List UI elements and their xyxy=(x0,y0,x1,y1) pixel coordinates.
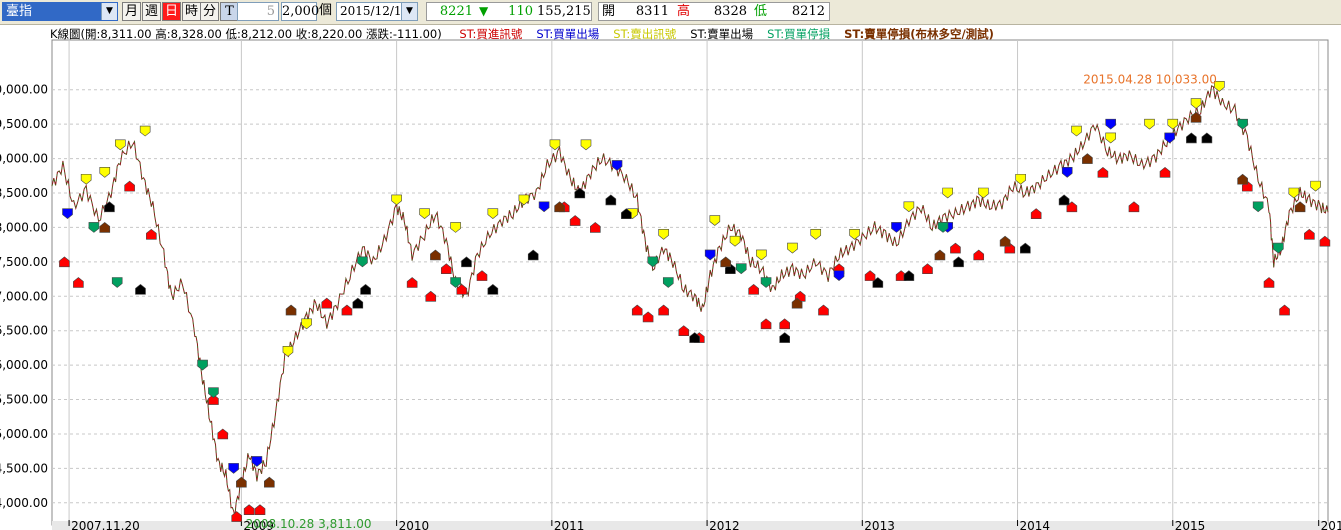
y-tick-label: 9,000.00 xyxy=(0,152,48,166)
y-tick-label: 9,500.00 xyxy=(0,117,48,131)
period-button-0[interactable]: 月 xyxy=(122,2,141,21)
ohlc-box: 開 8311 高 8328 低 8212 xyxy=(598,2,830,21)
minute-input[interactable]: 5 xyxy=(237,2,279,21)
low-value: 8212 xyxy=(791,4,825,19)
extreme-annotation: 2008.10.28 3,811.00 xyxy=(246,517,372,530)
period-button-3[interactable]: 時 xyxy=(182,2,201,21)
low-label: 低 xyxy=(754,4,768,19)
y-tick-label: 8,000.00 xyxy=(0,220,48,234)
period-button-2[interactable]: 日 xyxy=(162,2,181,21)
x-tick-label: 2011 xyxy=(554,519,585,530)
chevron-down-icon[interactable]: ▼ xyxy=(401,3,417,20)
change-value: 110 xyxy=(508,4,533,19)
y-tick-label: 8,500.00 xyxy=(0,186,48,200)
quote-box: 8221 ▼ 110 155,215 xyxy=(426,2,592,21)
y-tick-label: 4,000.00 xyxy=(0,496,48,510)
x-tick-label: 2014 xyxy=(1020,519,1051,530)
x-tick-label: 2015 xyxy=(1175,519,1206,530)
toolbar: 臺指 ▼ 月週日時分T 5 2,000 個 2015/12/10 ▼ 8221 … xyxy=(0,0,1341,25)
y-tick-label: 6,500.00 xyxy=(0,324,48,338)
x-tick-label: 2007.11.20 xyxy=(71,519,140,530)
symbol-select[interactable]: 臺指 ▼ xyxy=(2,2,118,21)
last-price: 8221 xyxy=(439,4,473,19)
down-arrow-icon: ▼ xyxy=(479,4,489,18)
chevron-down-icon[interactable]: ▼ xyxy=(101,3,117,20)
high-label: 高 xyxy=(677,4,691,19)
bar-count-input[interactable]: 2,000 xyxy=(281,2,320,21)
y-tick-label: 5,000.00 xyxy=(0,427,48,441)
y-tick-label: 4,500.00 xyxy=(0,461,48,475)
x-tick-label: 2015.12.09 xyxy=(1321,519,1341,530)
y-tick-label: 5,500.00 xyxy=(0,393,48,407)
bar-unit-label: 個 xyxy=(319,3,333,18)
minute-value: 5 xyxy=(266,4,275,19)
price-chart: 4,000.00 4,500.00 5,000.00 5,500.00 6,000.00… xyxy=(0,39,1341,530)
y-tick-label: 7,500.00 xyxy=(0,255,48,269)
open-value: 8311 xyxy=(635,4,669,19)
extreme-annotation: 2015.04.28 10,033.00 xyxy=(1083,72,1217,86)
high-value: 8328 xyxy=(713,4,747,19)
open-label: 開 xyxy=(602,4,616,19)
volume-value: 155,215 xyxy=(537,4,591,19)
date-select[interactable]: 2015/12/10 ▼ xyxy=(336,2,418,21)
y-tick-label: 6,000.00 xyxy=(0,358,48,372)
x-tick-label: 2010 xyxy=(399,519,430,530)
x-tick-label: 2013 xyxy=(864,519,895,530)
x-tick-label: 2012 xyxy=(709,519,740,530)
bar-count-value: 2,000 xyxy=(282,4,320,19)
date-value: 2015/12/10 xyxy=(340,4,410,18)
y-tick-label: 10,000.00 xyxy=(0,83,48,97)
symbol-value: 臺指 xyxy=(6,4,33,19)
plot-area xyxy=(51,39,1329,526)
period-button-4[interactable]: 分 xyxy=(200,2,219,21)
period-button-1[interactable]: 週 xyxy=(142,2,161,21)
y-tick-label: 7,000.00 xyxy=(0,289,48,303)
